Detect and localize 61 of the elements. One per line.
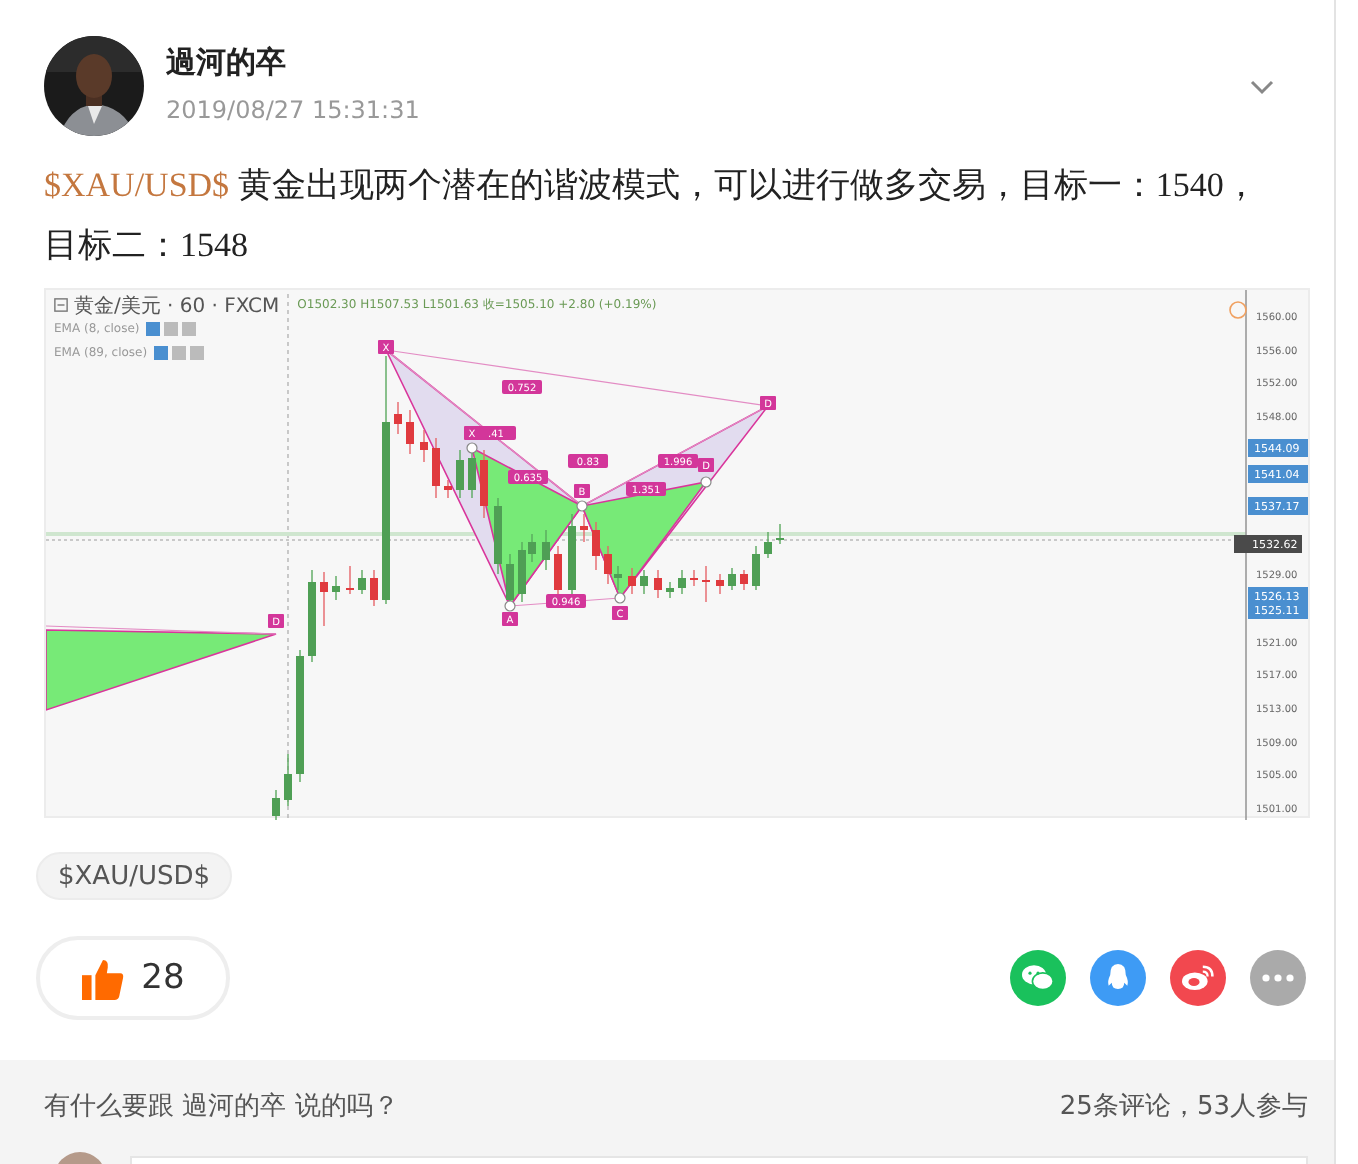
candle (776, 523, 784, 545)
author-name[interactable]: 過河的卒 (166, 40, 420, 84)
candle (752, 545, 760, 591)
chart-symbol: 黄金/美元 · 60 · FXCM (74, 293, 280, 319)
comment-count: 25条评论，53人参与 (1059, 1090, 1308, 1124)
pattern-point[interactable] (576, 500, 588, 512)
candle (728, 567, 736, 591)
comment-prompt: 有什么要跟 過河的卒 说的吗？ (44, 1090, 399, 1124)
info-icon[interactable] (1229, 301, 1247, 319)
like-button[interactable]: 28 (36, 936, 230, 1020)
candle (740, 569, 748, 591)
candle (480, 449, 488, 519)
candle (764, 531, 772, 559)
candle (554, 545, 562, 599)
candle (592, 521, 600, 571)
swirl-icon (1182, 964, 1214, 992)
topic-tag[interactable]: $XAU/USD$ (36, 852, 233, 900)
pattern-point[interactable] (466, 442, 478, 454)
collapse-icon[interactable] (54, 298, 68, 312)
candle (628, 567, 636, 595)
post-text: $XAU/USD$ 黄金出现两个潜在的谐波模式，可以进行做多交易，目标一：1540，目标二：1548 (44, 164, 1260, 268)
candle (284, 753, 292, 807)
candle (358, 569, 366, 595)
candle (308, 569, 316, 663)
candle (654, 569, 662, 599)
indicator-controls-icon[interactable] (153, 346, 206, 360)
candle (394, 401, 402, 435)
candle (272, 789, 280, 820)
candle (702, 565, 710, 603)
candle (542, 529, 550, 571)
share-button[interactable] (1170, 950, 1226, 1006)
share-button[interactable] (1090, 950, 1146, 1006)
pattern-point[interactable] (504, 600, 516, 612)
post-time: 2019/08/27 15:31:31 (166, 94, 420, 126)
share-button[interactable] (1010, 950, 1066, 1006)
candle (690, 569, 698, 587)
candle (332, 575, 340, 601)
candle (716, 573, 724, 595)
candle (678, 569, 686, 595)
thumbs-up-icon (81, 957, 124, 999)
candle (494, 497, 502, 575)
candle (420, 429, 428, 463)
chevron-down-icon[interactable] (1250, 80, 1274, 96)
candle (320, 571, 328, 627)
candle (456, 449, 464, 499)
pattern-point[interactable] (614, 592, 626, 604)
candle (580, 513, 588, 543)
indicator-controls-icon[interactable] (145, 322, 198, 336)
candle (640, 569, 648, 595)
penguin-icon (1102, 964, 1134, 992)
chat-bubbles-icon (1022, 964, 1054, 992)
candle (568, 513, 576, 595)
candle (296, 649, 304, 783)
candle (370, 569, 378, 607)
share-button[interactable] (1250, 950, 1306, 1006)
candle (444, 479, 452, 499)
candle (666, 581, 674, 599)
pattern-point[interactable] (700, 476, 712, 488)
candle (346, 565, 354, 595)
candle (406, 409, 414, 455)
candle (432, 437, 440, 499)
